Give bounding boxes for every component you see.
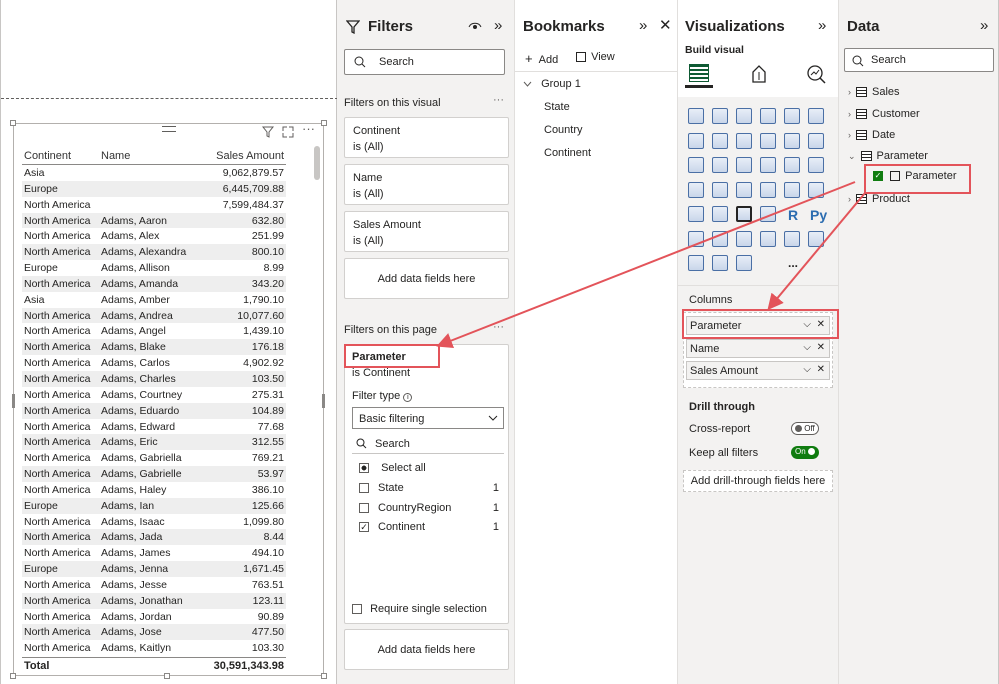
arrow-to-filter [436,181,856,349]
annotation-arrows [436,181,866,349]
